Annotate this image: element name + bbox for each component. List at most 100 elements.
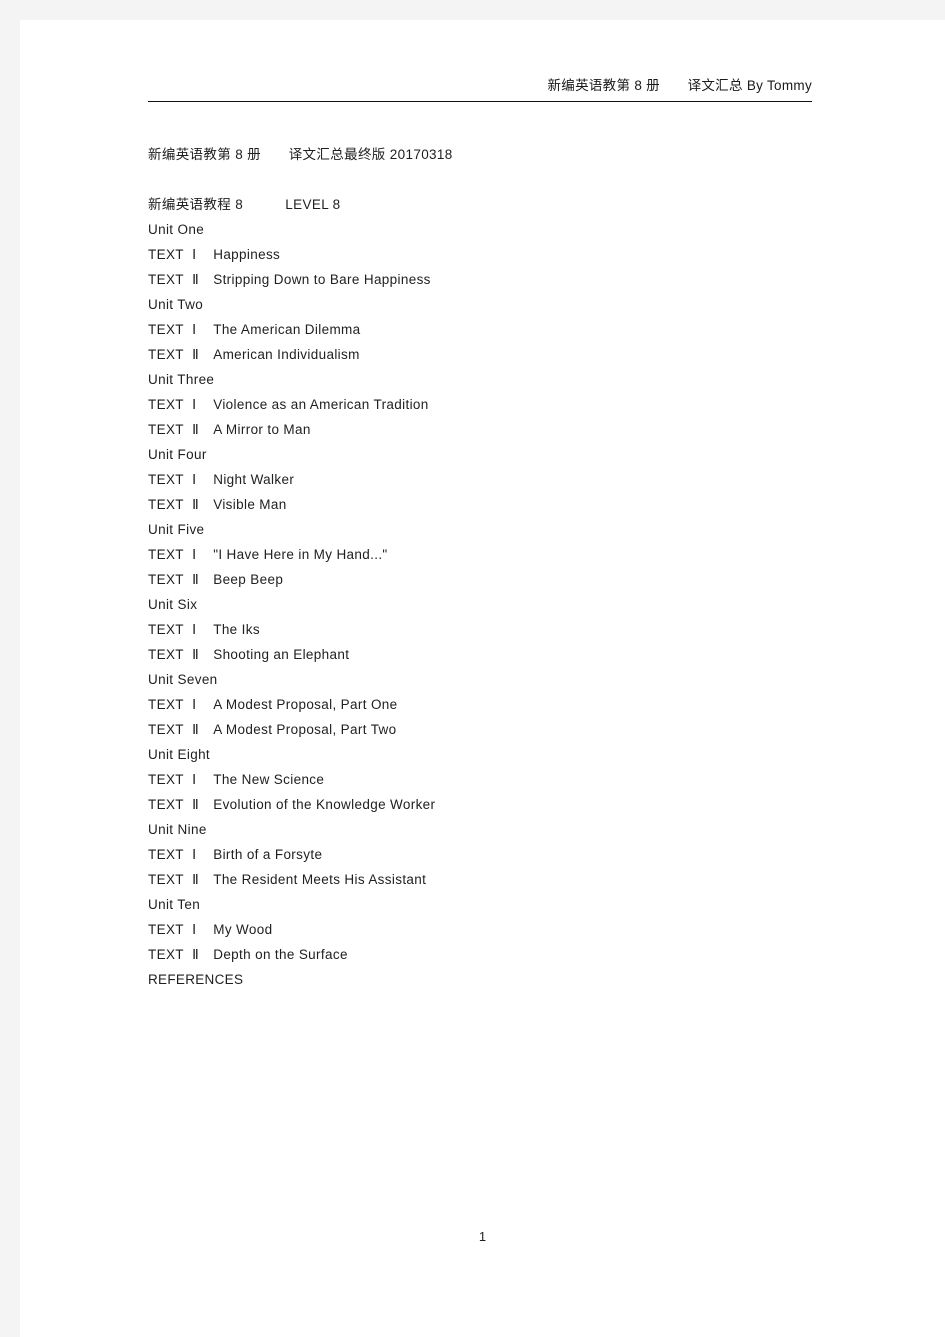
- toc-entry-unit5-text2[interactable]: TEXT Ⅱ Beep Beep: [148, 567, 848, 592]
- toc-entry-title: Visible Man: [213, 497, 287, 512]
- unit-label: Unit Nine: [148, 822, 207, 837]
- text-label: TEXT: [148, 247, 184, 262]
- text-label: TEXT: [148, 647, 184, 662]
- unit-heading-five: Unit Five: [148, 517, 848, 542]
- unit-heading-ten: Unit Ten: [148, 892, 848, 917]
- toc-entry-unit10-text2[interactable]: TEXT Ⅱ Depth on the Surface: [148, 942, 848, 967]
- toc-entry-unit6-text1[interactable]: TEXT Ⅰ The Iks: [148, 617, 848, 642]
- page-gutter-top: [0, 0, 945, 20]
- unit-heading-seven: Unit Seven: [148, 667, 848, 692]
- unit-heading-six: Unit Six: [148, 592, 848, 617]
- roman-numeral-two: Ⅱ: [192, 572, 200, 588]
- text-label: TEXT: [148, 622, 184, 637]
- text-label: TEXT: [148, 497, 184, 512]
- roman-numeral-two: Ⅱ: [192, 647, 200, 663]
- roman-numeral-one: Ⅰ: [192, 322, 197, 338]
- document-body: 新编英语教第 8 册 译文汇总最终版 20170318 新编英语教程 8 LEV…: [148, 142, 848, 992]
- unit-label: Unit Three: [148, 372, 215, 387]
- toc-entry-unit9-text2[interactable]: TEXT Ⅱ The Resident Meets His Assistant: [148, 867, 848, 892]
- roman-numeral-one: Ⅰ: [192, 472, 197, 488]
- toc-entry-unit8-text1[interactable]: TEXT Ⅰ The New Science: [148, 767, 848, 792]
- page-number: 1: [478, 1229, 487, 1244]
- unit-label: Unit One: [148, 222, 205, 237]
- running-head: 新编英语教第 8 册 译文汇总 By Tommy: [547, 78, 812, 93]
- roman-numeral-one: Ⅰ: [192, 697, 197, 713]
- roman-numeral-two: Ⅱ: [192, 872, 200, 888]
- toc-entry-title: Happiness: [213, 247, 281, 262]
- text-label: TEXT: [148, 422, 184, 437]
- toc-entry-title: Beep Beep: [213, 572, 284, 587]
- unit-heading-nine: Unit Nine: [148, 817, 848, 842]
- toc-entry-unit3-text1[interactable]: TEXT Ⅰ Violence as an American Tradition: [148, 392, 848, 417]
- text-label: TEXT: [148, 547, 184, 562]
- references-label: REFERENCES: [148, 972, 244, 987]
- toc-entry-title: Violence as an American Tradition: [213, 397, 429, 412]
- roman-numeral-one: Ⅰ: [192, 847, 197, 863]
- toc-entry-unit3-text2[interactable]: TEXT Ⅱ A Mirror to Man: [148, 417, 848, 442]
- roman-numeral-two: Ⅱ: [192, 797, 200, 813]
- toc-entry-unit2-text2[interactable]: TEXT Ⅱ American Individualism: [148, 342, 848, 367]
- document-page: 新编英语教第 8 册 译文汇总 By Tommy 新编英语教第 8 册 译文汇总…: [20, 20, 945, 1337]
- text-label: TEXT: [148, 472, 184, 487]
- unit-heading-eight: Unit Eight: [148, 742, 848, 767]
- subtitle-chinese: 新编英语教程 8: [148, 197, 244, 212]
- toc-entry-title: A Modest Proposal, Part Two: [213, 722, 397, 737]
- toc-entry-unit1-text1[interactable]: TEXT Ⅰ Happiness: [148, 242, 848, 267]
- page-gutter-left: [0, 0, 20, 1337]
- toc-entry-title: Evolution of the Knowledge Worker: [213, 797, 436, 812]
- title-spacer: [148, 167, 848, 192]
- text-label: TEXT: [148, 322, 184, 337]
- unit-label: Unit Six: [148, 597, 198, 612]
- toc-entry-title: The Iks: [213, 622, 260, 637]
- toc-entry-title: Depth on the Surface: [213, 947, 348, 962]
- unit-heading-four: Unit Four: [148, 442, 848, 467]
- text-label: TEXT: [148, 722, 184, 737]
- page-footer: 1: [20, 1228, 945, 1246]
- toc-entry-title: The American Dilemma: [213, 322, 361, 337]
- text-label: TEXT: [148, 572, 184, 587]
- unit-label: Unit Two: [148, 297, 204, 312]
- page-header: 新编英语教第 8 册 译文汇总 By Tommy: [148, 76, 812, 102]
- toc-entry-title: Shooting an Elephant: [213, 647, 350, 662]
- toc-entry-title: Birth of a Forsyte: [213, 847, 323, 862]
- text-label: TEXT: [148, 922, 184, 937]
- text-label: TEXT: [148, 272, 184, 287]
- text-label: TEXT: [148, 697, 184, 712]
- toc-entry-unit4-text2[interactable]: TEXT Ⅱ Visible Man: [148, 492, 848, 517]
- unit-label: Unit Seven: [148, 672, 218, 687]
- text-label: TEXT: [148, 347, 184, 362]
- toc-entry-unit10-text1[interactable]: TEXT Ⅰ My Wood: [148, 917, 848, 942]
- roman-numeral-one: Ⅰ: [192, 622, 197, 638]
- toc-entry-unit6-text2[interactable]: TEXT Ⅱ Shooting an Elephant: [148, 642, 848, 667]
- toc-entry-title: Stripping Down to Bare Happiness: [213, 272, 431, 287]
- unit-label: Unit Eight: [148, 747, 211, 762]
- text-label: TEXT: [148, 397, 184, 412]
- roman-numeral-two: Ⅱ: [192, 347, 200, 363]
- toc-entry-unit7-text1[interactable]: TEXT Ⅰ A Modest Proposal, Part One: [148, 692, 848, 717]
- text-label: TEXT: [148, 797, 184, 812]
- toc-entry-unit7-text2[interactable]: TEXT Ⅱ A Modest Proposal, Part Two: [148, 717, 848, 742]
- text-label: TEXT: [148, 872, 184, 887]
- toc-entry-unit8-text2[interactable]: TEXT Ⅱ Evolution of the Knowledge Worker: [148, 792, 848, 817]
- roman-numeral-two: Ⅱ: [192, 272, 200, 288]
- roman-numeral-two: Ⅱ: [192, 497, 200, 513]
- toc-entry-title: The New Science: [213, 772, 325, 787]
- toc-entry-title: Night Walker: [213, 472, 295, 487]
- toc-entry-unit2-text1[interactable]: TEXT Ⅰ The American Dilemma: [148, 317, 848, 342]
- toc-entry-references[interactable]: REFERENCES: [148, 967, 848, 992]
- header-rule: [148, 101, 812, 102]
- toc-entry-title: "I Have Here in My Hand...": [213, 547, 388, 562]
- toc-entry-unit1-text2[interactable]: TEXT Ⅱ Stripping Down to Bare Happiness: [148, 267, 848, 292]
- toc-entry-title: American Individualism: [213, 347, 360, 362]
- roman-numeral-two: Ⅱ: [192, 722, 200, 738]
- document-subtitle: 新编英语教程 8 LEVEL 8: [148, 192, 848, 217]
- roman-numeral-one: Ⅰ: [192, 772, 197, 788]
- toc-entry-title: My Wood: [213, 922, 273, 937]
- toc-entry-unit4-text1[interactable]: TEXT Ⅰ Night Walker: [148, 467, 848, 492]
- unit-label: Unit Four: [148, 447, 207, 462]
- text-label: TEXT: [148, 772, 184, 787]
- toc-entry-unit9-text1[interactable]: TEXT Ⅰ Birth of a Forsyte: [148, 842, 848, 867]
- roman-numeral-one: Ⅰ: [192, 922, 197, 938]
- toc-entry-unit5-text1[interactable]: TEXT Ⅰ "I Have Here in My Hand...": [148, 542, 848, 567]
- toc-entry-title: A Mirror to Man: [213, 422, 311, 437]
